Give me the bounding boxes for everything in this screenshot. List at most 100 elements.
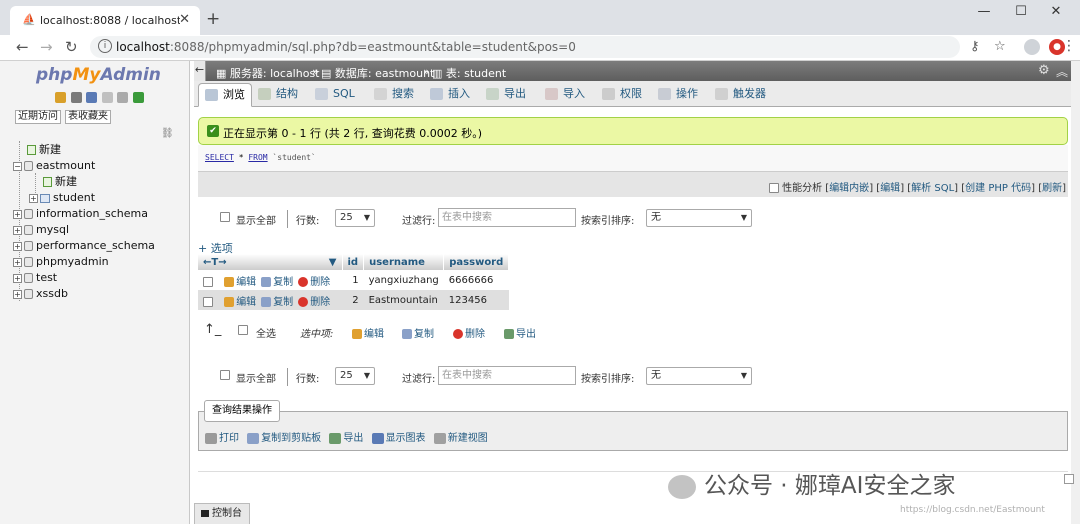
filter-input[interactable]: 在表中搜索	[438, 366, 576, 385]
tree-db-xssdb[interactable]: + xssdb	[13, 287, 68, 301]
expand-icon[interactable]: +	[13, 273, 22, 283]
inline-edit-link[interactable]: 编辑内嵌	[829, 183, 869, 194]
link-chain-icon[interactable]: ⛓	[161, 128, 174, 139]
show-chart-link[interactable]: 显示图表	[371, 429, 426, 444]
row-copy-link[interactable]: 复制	[261, 273, 293, 288]
show-all-checkbox[interactable]	[220, 370, 230, 380]
print-link[interactable]: 打印	[205, 429, 239, 444]
settings-gear-icon[interactable]: ⚙	[1038, 63, 1050, 78]
cell-password[interactable]: 6666666	[443, 270, 509, 290]
tab-close-icon[interactable]: ✕	[179, 12, 190, 27]
collapse-icon[interactable]: −	[13, 161, 22, 171]
tab-structure[interactable]: 结构	[258, 83, 298, 107]
minimize-button[interactable]: —	[974, 4, 994, 19]
row-checkbox[interactable]	[203, 296, 213, 307]
reload-nav-icon[interactable]	[132, 92, 144, 103]
expand-icon[interactable]: +	[13, 257, 22, 267]
tree-new-table[interactable]: 新建	[43, 175, 77, 189]
tree-table-student[interactable]: + student	[29, 191, 95, 205]
browser-tab[interactable]: ⛵ localhost:8088 / localhost / ea ✕	[10, 6, 200, 35]
tab-export[interactable]: 导出	[486, 83, 526, 107]
tree-db-performance-schema[interactable]: + performance_schema	[13, 239, 155, 253]
new-tab-button[interactable]: +	[206, 9, 220, 29]
breadcrumb-table[interactable]: ▥ 表: student	[432, 65, 506, 81]
close-window-button[interactable]: ✕	[1046, 4, 1066, 19]
exit-icon[interactable]	[70, 92, 82, 103]
expand-icon[interactable]: +	[13, 289, 22, 299]
row-delete-link[interactable]: 删除	[298, 293, 330, 308]
profile-avatar[interactable]	[1024, 39, 1040, 55]
row-checkbox[interactable]	[203, 276, 213, 287]
show-all-checkbox[interactable]	[220, 212, 230, 222]
column-arrows-icon[interactable]: ←T→	[203, 257, 227, 268]
tree-db-mysql[interactable]: + mysql	[13, 223, 69, 237]
rows-select[interactable]: 25 ▼	[335, 367, 375, 385]
help-icon[interactable]	[86, 92, 97, 103]
cell-username[interactable]: yangxiuzhang	[363, 270, 444, 290]
reload-icon[interactable]: ↻	[65, 38, 78, 56]
tab-sql[interactable]: SQL	[315, 83, 355, 107]
check-all-checkbox[interactable]	[238, 325, 248, 335]
rows-select[interactable]: 25 ▼	[335, 209, 375, 227]
column-header-username[interactable]: username	[363, 254, 445, 270]
filter-input[interactable]: 在表中搜索	[438, 208, 576, 227]
export-link[interactable]: 导出	[329, 429, 363, 444]
expand-icon[interactable]: +	[13, 225, 22, 235]
check-all-label[interactable]: 全选	[256, 325, 276, 340]
tab-privileges[interactable]: 权限	[602, 83, 642, 107]
browser-menu-icon[interactable]: ⋮	[1062, 38, 1076, 54]
tree-db-phpmyadmin[interactable]: + phpmyadmin	[13, 255, 109, 269]
forward-icon[interactable]: →	[40, 38, 53, 56]
scroll-top-icon[interactable]	[1064, 474, 1074, 484]
recent-button[interactable]: 近期访问	[15, 110, 61, 124]
refresh-link[interactable]: 刷新	[1042, 183, 1062, 194]
row-edit-link[interactable]: 编辑	[224, 273, 256, 288]
tab-insert[interactable]: 插入	[430, 83, 470, 107]
create-php-link[interactable]: 创建 PHP 代码	[965, 183, 1031, 194]
edit-sql-link[interactable]: 编辑	[880, 183, 900, 194]
tab-search[interactable]: 搜索	[374, 83, 414, 107]
site-info-icon[interactable]: i	[98, 39, 112, 53]
console-toggle[interactable]: 控制台	[194, 503, 250, 524]
tree-db-eastmount[interactable]: − eastmount	[13, 159, 95, 173]
collapse-up-icon[interactable]: ︽	[1056, 63, 1068, 80]
create-view-link[interactable]: 新建视图	[433, 429, 488, 444]
home-icon[interactable]	[55, 92, 66, 103]
bookmark-star-icon[interactable]: ☆	[994, 39, 1006, 54]
expand-icon[interactable]: +	[29, 193, 38, 203]
bulk-copy-button[interactable]: 复制	[402, 325, 434, 340]
profiling-checkbox[interactable]	[768, 183, 779, 193]
tree-db-test[interactable]: + test	[13, 271, 57, 285]
copy-clipboard-link[interactable]: 复制到剪贴板	[247, 429, 321, 444]
collapse-nav-icon[interactable]: ←	[194, 61, 206, 81]
docs-icon[interactable]	[101, 92, 113, 103]
column-header-id[interactable]: id	[342, 254, 365, 270]
url-field[interactable]: i localhost:8088/phpmyadmin/sql.php?db=e…	[90, 36, 960, 58]
cell-id[interactable]: 1	[342, 270, 364, 290]
tree-db-information-schema[interactable]: + information_schema	[13, 207, 148, 221]
tab-import[interactable]: 导入	[545, 83, 585, 107]
cell-username[interactable]: Eastmountain	[363, 290, 444, 310]
expand-icon[interactable]: +	[13, 209, 22, 219]
bulk-edit-button[interactable]: 编辑	[352, 325, 384, 340]
breadcrumb-server[interactable]: ▦ 服务器: localhost	[216, 65, 320, 81]
row-delete-link[interactable]: 删除	[298, 273, 330, 288]
breadcrumb-database[interactable]: ▤ 数据库: eastmount	[321, 65, 434, 81]
row-edit-link[interactable]: 编辑	[224, 293, 256, 308]
sort-header[interactable]: ←T→ ▼	[198, 254, 343, 270]
tab-triggers[interactable]: 触发器	[715, 83, 766, 107]
row-copy-link[interactable]: 复制	[261, 293, 293, 308]
sort-select[interactable]: 无 ▼	[646, 367, 752, 385]
sort-select[interactable]: 无 ▼	[646, 209, 752, 227]
phpmyadmin-logo[interactable]: phpMyAdmin	[36, 65, 161, 85]
back-icon[interactable]: ←	[16, 38, 29, 56]
bulk-delete-button[interactable]: 删除	[453, 325, 485, 340]
bulk-export-button[interactable]: 导出	[504, 325, 536, 340]
favorites-button[interactable]: 表收藏夹	[65, 110, 111, 124]
settings-gear-icon[interactable]	[117, 92, 128, 103]
tab-operations[interactable]: 操作	[658, 83, 698, 107]
maximize-button[interactable]: ☐	[1011, 4, 1031, 19]
tree-new-database[interactable]: 新建	[27, 143, 61, 157]
tab-browse[interactable]: 浏览	[198, 83, 252, 107]
sort-dropdown-icon[interactable]: ▼	[329, 257, 337, 268]
